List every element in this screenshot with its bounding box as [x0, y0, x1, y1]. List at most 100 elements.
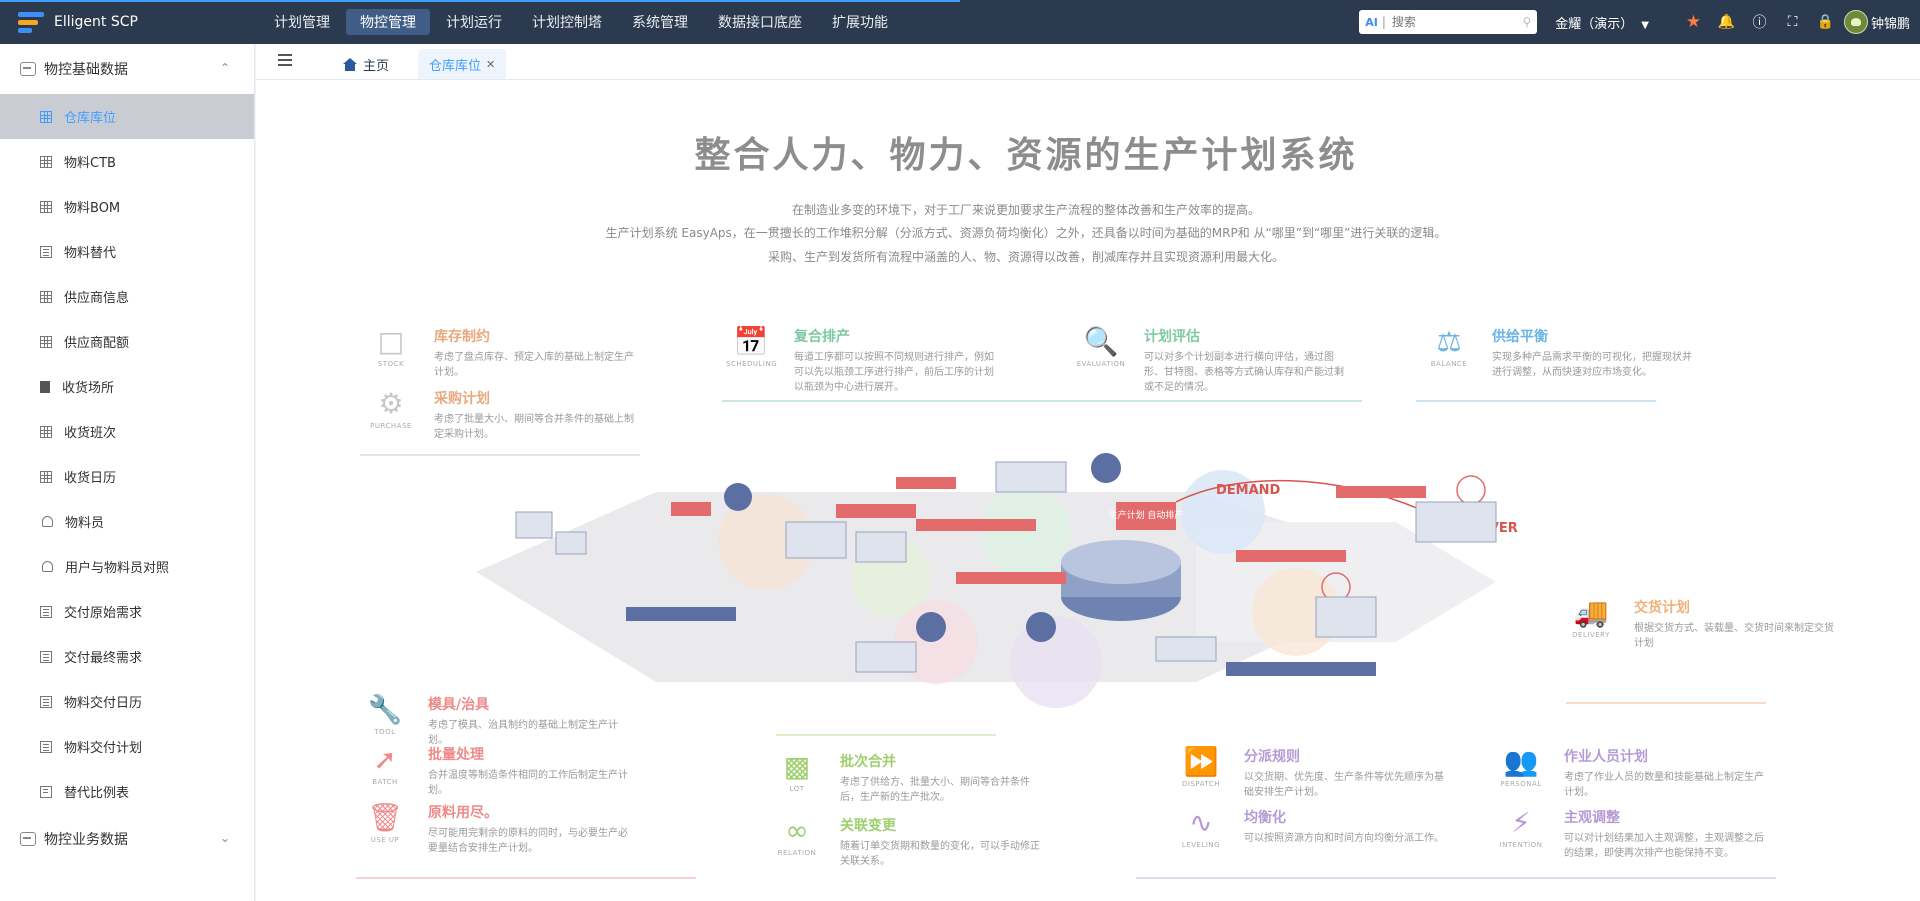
center-label: 生产计划 自动排产	[1109, 509, 1184, 521]
sidebar-item-raw-demand[interactable]: 交付原始需求	[0, 589, 254, 634]
bell-icon[interactable]: 🔔	[1710, 14, 1743, 30]
nav-extensions[interactable]: 扩展功能	[818, 9, 902, 35]
sidebar-item-user-clerk-mapping[interactable]: 用户与物料员对照	[0, 544, 254, 589]
sidebar-item-substitute-ratio[interactable]: 替代比例表	[0, 769, 254, 814]
feature-title: 均衡化	[1244, 810, 1286, 826]
sidebar-item-material-substitute[interactable]: 物料替代	[0, 229, 254, 274]
sidebar-item-material-bom[interactable]: 物料BOM	[0, 184, 254, 229]
feature-title: 复合排产	[794, 329, 850, 345]
global-search[interactable]: AI | ⚲	[1359, 10, 1538, 34]
balance-icon: ⚖ BALANCE	[1430, 325, 1468, 369]
search-separator: |	[1381, 15, 1386, 29]
sidebar-item-material-ctb[interactable]: 物料CTB	[0, 139, 254, 184]
sidebar-item-supplier-info[interactable]: 供应商信息	[0, 274, 254, 319]
fullscreen-icon[interactable]: ⛶	[1776, 14, 1809, 30]
nav-plan-management[interactable]: 计划管理	[260, 9, 344, 35]
feature-title: 模具/治具	[428, 697, 490, 713]
feature-title: 主观调整	[1564, 810, 1620, 826]
feature-balance: ⚖ BALANCE 供给平衡 实现多种产品需求平衡的可视化，把握现状并进行调整，从…	[1424, 326, 1694, 380]
sidebar-item-label: 替代比例表	[64, 786, 130, 801]
sidebar-item-receiving-shift[interactable]: 收货班次	[0, 409, 254, 454]
sidebar-group-material-basic[interactable]: 物控基础数据 ⌃	[0, 44, 254, 94]
feature-desc: 考虑了作业人员的数量和技能基础上制定生产计划。	[1564, 772, 1764, 798]
truck-icon: 🚚 DELIVERY	[1572, 596, 1610, 640]
lightning-icon: ⚡ INTENTION	[1499, 806, 1543, 850]
tab-home[interactable]: 主页	[332, 49, 400, 79]
sidebar-item-label: 供应商信息	[64, 291, 130, 306]
nav-plan-run[interactable]: 计划运行	[432, 9, 516, 35]
nav-system-management[interactable]: 系统管理	[618, 9, 702, 35]
dispatch-icon: ⏩ DISPATCH	[1182, 745, 1220, 789]
favorite-star-icon[interactable]: ★	[1677, 12, 1710, 32]
feature-scheduling: 📅 SCHEDULING 复合排产 每道工序都可以按照不同规则进行排产，例如可以先…	[726, 326, 996, 395]
lock-icon[interactable]: 🔒	[1809, 14, 1842, 30]
app-logo[interactable]: Elligent SCP	[0, 10, 260, 34]
user-menu[interactable]: 钟锦鹏	[1843, 10, 1910, 34]
feature-batch: ➚ BATCH 批量处理 合并温度等制造条件相同的工作后制定生产计划。	[360, 744, 630, 798]
user-name: 钟锦鹏	[1870, 16, 1910, 32]
chevron-up-icon: ⌃	[219, 61, 230, 75]
link-icon: ∞ RELATION	[777, 814, 817, 858]
close-icon[interactable]: ✕	[486, 58, 495, 71]
hero-description-line: 在制造业多变的环境下，对于工厂来说更加要求生产流程的整体改善和生产效率的提高。	[791, 203, 1260, 217]
people-icon: 👥 PERSONAL	[1500, 745, 1542, 789]
edit-icon	[40, 785, 52, 798]
hero-description-line: 采购、生产到发货所有流程中涵盖的人、物、资源得以改善，削减库存并且实现资源利用最…	[767, 250, 1284, 264]
stock-icon: □ STOCK	[377, 325, 405, 369]
grid-icon	[40, 470, 52, 483]
grid-icon	[40, 425, 52, 438]
sidebar-item-material-clerk[interactable]: 物料员	[0, 499, 254, 544]
search-icon[interactable]: ⚲	[1522, 15, 1531, 29]
user-icon	[42, 561, 53, 572]
top-bar: Elligent SCP 计划管理 物控管理 计划运行 计划控制塔 系统管理 数…	[0, 0, 1920, 44]
list-icon	[40, 695, 52, 708]
sidebar-item-supplier-quota[interactable]: 供应商配额	[0, 319, 254, 364]
feature-desc: 以交货期、优先度、生产条件等优先顺序为基础安排生产计划。	[1244, 772, 1444, 798]
sidebar: 物控基础数据 ⌃ 仓库库位 物料CTB 物料BOM 物料替代 供应商信息 供应商…	[0, 44, 255, 901]
calendar-icon: 📅 SCHEDULING	[726, 325, 778, 369]
feature-title: 关联变更	[840, 818, 896, 834]
sidebar-item-receiving-calendar[interactable]: 收货日历	[0, 454, 254, 499]
feature-useup: 🗑 USE UP 原料用尽。 尽可能用完剩余的原料的同时，与必要生产必要量结合安排…	[360, 802, 630, 856]
org-selector[interactable]: 金耀（演示） ▼	[1555, 13, 1649, 32]
sidebar-item-receiving-site[interactable]: 收货场所	[0, 364, 254, 409]
building-icon	[40, 380, 50, 393]
tab-warehouse-location[interactable]: 仓库库位 ✕	[418, 49, 507, 79]
feature-title: 库存制约	[434, 329, 490, 345]
sidebar-item-label: 收货班次	[64, 426, 117, 441]
main-nav: 计划管理 物控管理 计划运行 计划控制塔 系统管理 数据接口底座 扩展功能	[260, 9, 904, 35]
menu-toggle-icon[interactable]	[278, 54, 292, 66]
tabs-bar: 主页 仓库库位 ✕	[256, 44, 1920, 80]
feature-title: 供给平衡	[1492, 329, 1548, 345]
search-input[interactable]	[1391, 15, 1512, 29]
sidebar-item-warehouse-location[interactable]: 仓库库位	[0, 94, 254, 139]
grid-icon	[40, 155, 52, 168]
home-icon	[343, 57, 357, 71]
feature-title: 原料用尽。	[428, 805, 498, 821]
chevron-down-icon: ⌄	[219, 831, 230, 845]
sidebar-item-label: 收货场所	[62, 381, 115, 396]
feature-title: 计划评估	[1144, 329, 1200, 345]
feature-desc: 实现多种产品需求平衡的可视化，把握现状并进行调整，从而快速对应市场变化。	[1492, 352, 1692, 378]
user-icon	[42, 516, 53, 527]
sidebar-item-label: 收货日历	[64, 471, 117, 486]
nav-plan-control-tower[interactable]: 计划控制塔	[518, 9, 616, 35]
feature-personal: 👥 PERSONAL 作业人员计划 考虑了作业人员的数量和技能基础上制定生产计划。	[1496, 746, 1766, 800]
feature-tool: 🔧 TOOL 模具/治具 考虑了模具、治具制约的基础上制定生产计划。	[360, 694, 630, 748]
info-icon[interactable]: ⓘ	[1743, 12, 1776, 32]
feature-desc: 考虑了盘点库存、预定入库的基础上制定生产计划。	[434, 352, 634, 378]
nav-material-control[interactable]: 物控管理	[346, 9, 430, 35]
list-icon	[40, 740, 52, 753]
main-content: 整合人力、物力、资源的生产计划系统 在制造业多变的环境下，对于工厂来说更加要求生…	[256, 80, 1920, 901]
sidebar-item-label: 物料交付日历	[64, 696, 143, 711]
nav-data-interface[interactable]: 数据接口底座	[704, 9, 816, 35]
tab-label: 主页	[363, 58, 390, 74]
sidebar-item-delivery-plan[interactable]: 物料交付计划	[0, 724, 254, 769]
ai-icon[interactable]: AI	[1365, 16, 1378, 29]
sidebar-group-material-business[interactable]: 物控业务数据 ⌄	[0, 814, 254, 864]
sidebar-item-delivery-calendar[interactable]: 物料交付日历	[0, 679, 254, 724]
feature-desc: 根据交货方式、装载量、交货时间来制定交货计划	[1634, 623, 1834, 649]
trash-icon: 🗑 USE UP	[367, 801, 403, 845]
boxes-icon: ▩ LOT	[783, 750, 811, 794]
sidebar-item-final-demand[interactable]: 交付最终需求	[0, 634, 254, 679]
